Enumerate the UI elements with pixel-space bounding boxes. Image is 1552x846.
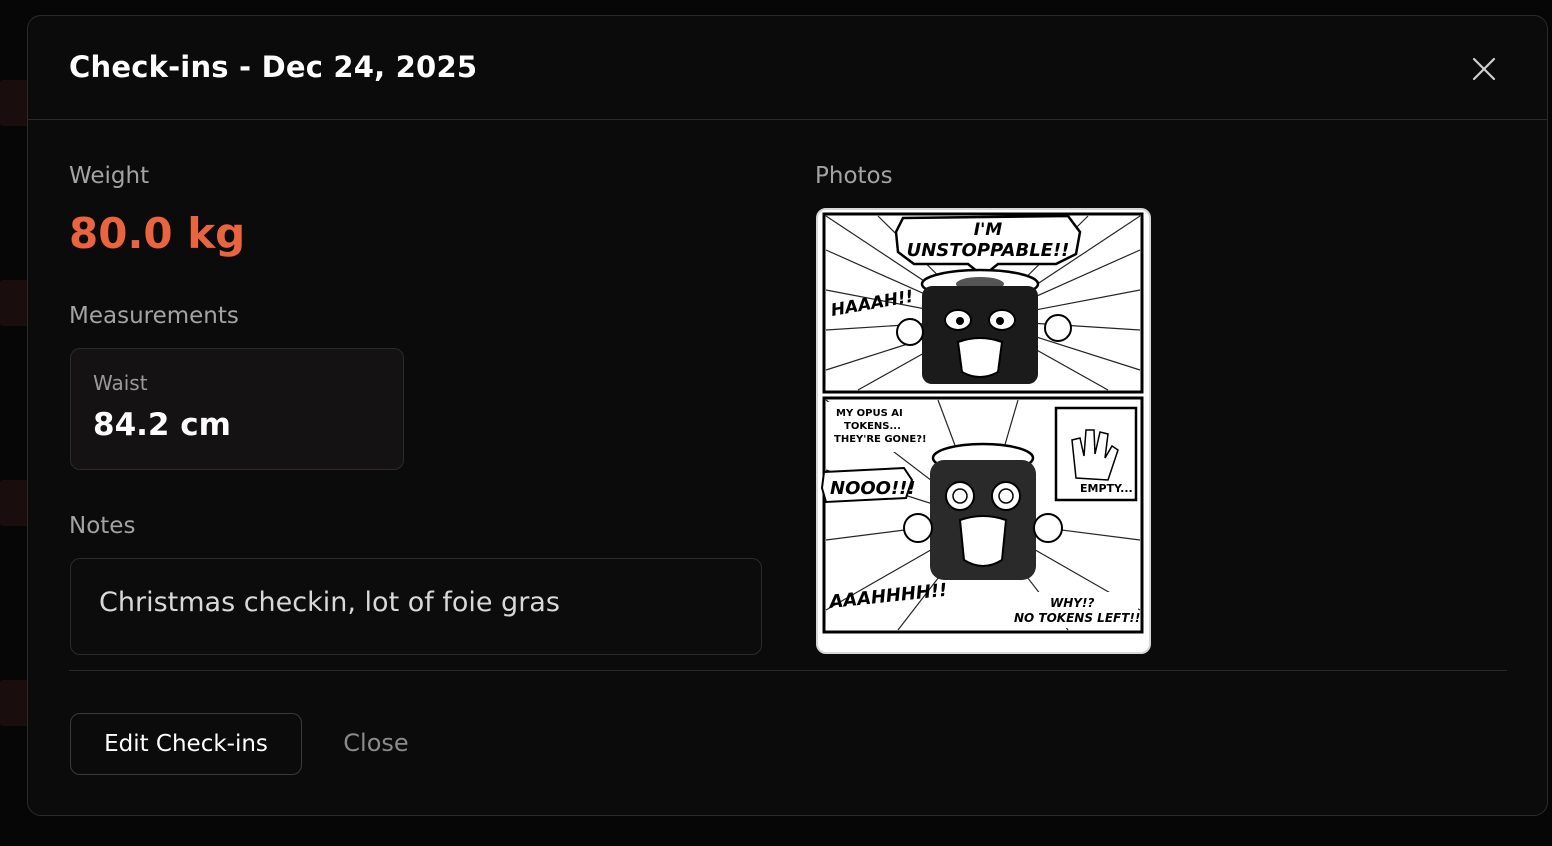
backdrop-shadow: [0, 680, 30, 726]
comic-text-caption-1: WHY!?: [1050, 596, 1094, 610]
comic-text-title-2: UNSTOPPABLE!!: [907, 240, 1070, 261]
photos-label: Photos: [815, 163, 893, 189]
measurement-value: 84.2 cm: [93, 407, 231, 443]
notes-label: Notes: [69, 513, 136, 539]
close-icon-svg: [1472, 57, 1496, 81]
backdrop-shadow: [0, 480, 30, 526]
comic-text-thought-1: MY OPUS AI: [836, 408, 903, 419]
sushi-fist: [903, 513, 933, 543]
measurement-label: Waist: [93, 371, 148, 395]
comic-text-inset: EMPTY...: [1080, 482, 1133, 495]
sushi-fist: [896, 318, 924, 346]
comic-text-title-1: I'M: [974, 220, 1003, 240]
sushi-mouth: [958, 515, 1008, 567]
checkin-photo[interactable]: I'M UNSTOPPABLE!! HAAAH!! MY OPUS AI TOK…: [816, 208, 1151, 654]
comic-text-thought-3: THEY'RE GONE?!: [834, 434, 927, 445]
modal-header: Check-ins - Dec 24, 2025: [28, 16, 1547, 120]
close-button[interactable]: Close: [326, 713, 426, 775]
sushi-pupil: [956, 317, 964, 325]
sushi-fist: [1044, 314, 1072, 342]
notes-text: Christmas checkin, lot of foie gras: [99, 587, 560, 618]
edit-checkins-button[interactable]: Edit Check-ins: [70, 713, 302, 775]
measurement-card-waist: Waist 84.2 cm: [70, 348, 404, 470]
comic-text-shout-2: NOOO!!!: [830, 478, 916, 499]
measurements-label: Measurements: [69, 303, 239, 329]
weight-label: Weight: [69, 163, 150, 189]
notes-box: Christmas checkin, lot of foie gras: [70, 558, 762, 655]
sushi-mouth: [956, 337, 1004, 378]
backdrop-shadow: [0, 280, 30, 326]
weight-value: 80.0 kg: [69, 209, 246, 258]
comic-text-thought-2: TOKENS...: [844, 421, 901, 432]
close-icon[interactable]: [1469, 54, 1499, 84]
sushi-eye-spiral: [945, 481, 975, 511]
sushi-pupil: [996, 317, 1004, 325]
sushi-fist: [1033, 513, 1063, 543]
comic-text-caption-2: NO TOKENS LEFT!!: [1014, 611, 1140, 625]
checkin-modal: Check-ins - Dec 24, 2025 Weight 80.0 kg …: [27, 15, 1548, 816]
backdrop-shadow: [0, 80, 30, 126]
modal-title: Check-ins - Dec 24, 2025: [69, 50, 478, 84]
comic-image: I'M UNSTOPPABLE!! HAAAH!! MY OPUS AI TOK…: [820, 212, 1144, 634]
footer-divider: [69, 670, 1507, 671]
sushi-eye-spiral: [991, 481, 1021, 511]
